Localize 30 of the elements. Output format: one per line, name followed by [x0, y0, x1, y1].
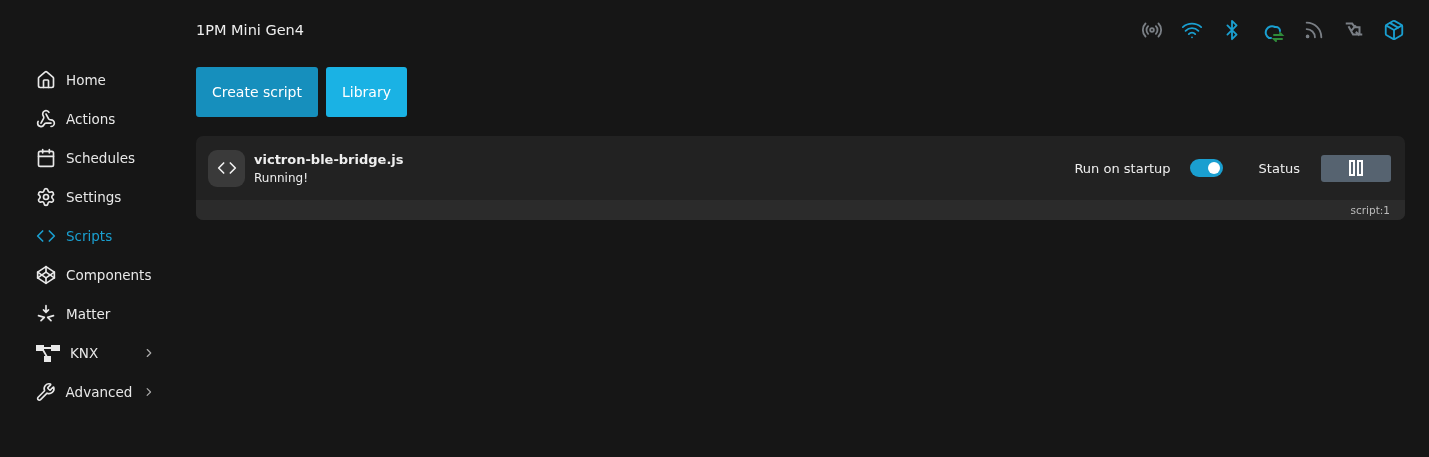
startup-toggle[interactable]	[1189, 159, 1223, 177]
device-name: 1PM Mini Gen4	[196, 22, 306, 38]
nav-item[interactable]: Actions	[36, 99, 156, 138]
network-icon	[36, 342, 60, 363]
nav-item[interactable]: KNX	[36, 333, 156, 372]
nav-item[interactable]: Advanced	[36, 372, 156, 411]
script-name: victron-ble-bridge.js	[254, 151, 405, 167]
nav-item[interactable]: Components	[36, 255, 156, 294]
webhook-icon	[36, 108, 56, 129]
status-label: Status	[1258, 160, 1300, 176]
create-button[interactable]: Create script	[196, 67, 318, 117]
status-button[interactable]	[1321, 154, 1391, 182]
pause-icon	[1349, 160, 1363, 176]
startup-label: Run on startup	[1074, 160, 1171, 176]
home-icon	[36, 69, 56, 90]
rss-icon[interactable]	[1303, 19, 1325, 41]
cube-icon	[36, 264, 56, 285]
script-id: script:1	[1350, 204, 1390, 216]
settings-icon	[36, 186, 56, 207]
nav-item[interactable]: Settings	[36, 177, 156, 216]
nav-item[interactable]: Schedules	[36, 138, 156, 177]
matter-icon	[36, 303, 56, 324]
nav-item[interactable]: Home	[36, 60, 156, 99]
calendar-icon	[36, 147, 56, 168]
package-icon[interactable]	[1383, 19, 1405, 41]
code-icon	[208, 149, 245, 187]
script-state: Running!	[254, 170, 309, 185]
wrench-icon	[36, 381, 56, 402]
nav-item[interactable]: Matter	[36, 294, 156, 333]
nav-item[interactable]: Scripts	[36, 216, 156, 255]
